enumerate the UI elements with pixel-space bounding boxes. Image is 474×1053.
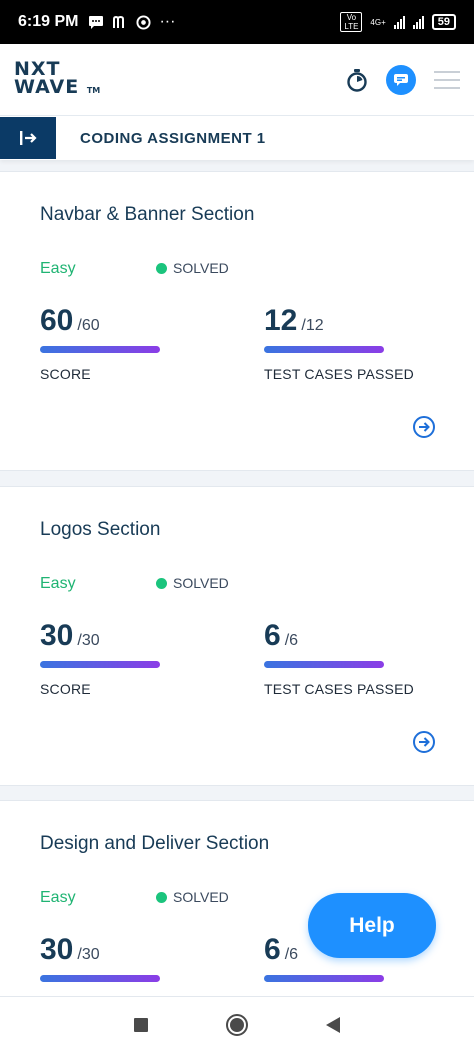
battery-icon: 59: [431, 14, 456, 30]
help-button[interactable]: Help: [308, 893, 436, 958]
chrome-icon: [136, 14, 151, 30]
question-card[interactable]: Navbar & Banner Section Easy SOLVED 60/6…: [0, 171, 474, 471]
difficulty-label: Easy: [40, 260, 76, 277]
volte-icon: Vo LTE: [340, 12, 363, 32]
assignment-title: CODING ASSIGNMENT 1: [80, 129, 266, 147]
score-stat: 60/60 SCORE: [40, 304, 160, 382]
open-arrow-icon[interactable]: [412, 415, 436, 439]
score-progress-bar: [40, 975, 160, 982]
timer-icon[interactable]: [346, 68, 368, 92]
tests-label: TEST CASES PASSED: [264, 681, 414, 697]
app-header: NXT WAVE TM: [0, 44, 474, 116]
score-label: SCORE: [40, 681, 91, 697]
card-title: Navbar & Banner Section: [40, 204, 255, 225]
solved-dot-icon: [156, 577, 167, 589]
status-text: SOLVED: [173, 260, 229, 276]
tests-value: 6: [264, 619, 281, 652]
recents-square-icon[interactable]: [133, 1017, 149, 1033]
score-value: 30: [40, 933, 74, 966]
tests-total: /6: [284, 632, 299, 649]
score-label: SCORE: [40, 366, 91, 382]
signal-icon-2: [412, 15, 424, 29]
difficulty-label: Easy: [40, 889, 76, 906]
tests-progress-bar: [264, 661, 384, 668]
score-total: /30: [77, 632, 100, 649]
score-progress-bar: [40, 661, 160, 668]
card-title: Design and Deliver Section: [40, 833, 270, 854]
question-card[interactable]: Logos Section Easy SOLVED 30/30 SCORE 6/…: [0, 486, 474, 786]
score-progress-bar: [40, 346, 160, 353]
sidebar-toggle-icon: [20, 131, 37, 145]
network-label: 4G+: [370, 17, 386, 27]
score-value: 30: [40, 619, 74, 652]
solved-dot-icon: [156, 891, 167, 903]
tests-progress-bar: [264, 975, 384, 982]
status-text: SOLVED: [173, 889, 229, 905]
tests-value: 6: [264, 933, 281, 966]
tests-progress-bar: [264, 346, 384, 353]
logo-line-2: WAVE: [14, 75, 80, 98]
open-arrow-icon[interactable]: [412, 730, 436, 754]
tests-stat: 6/6 TEST CASES PASSED: [264, 619, 414, 697]
status-badge: SOLVED: [156, 260, 229, 276]
tests-total: /6: [284, 946, 299, 963]
status-time: 6:19 PM: [18, 13, 79, 30]
sidebar-toggle-button[interactable]: [0, 117, 56, 159]
tests-label: TEST CASES PASSED: [264, 366, 414, 382]
status-bar: 6:19 PM ··· Vo LTE 4G+ 59: [0, 0, 474, 44]
score-stat: 30/30 SCORE: [40, 619, 160, 697]
more-icon: ···: [159, 13, 176, 30]
menu-icon[interactable]: [434, 70, 460, 89]
difficulty-label: Easy: [40, 575, 76, 592]
signal-icon: [393, 15, 405, 29]
tests-stat: 12/12 TEST CASES PASSED: [264, 304, 414, 382]
tests-value: 12: [264, 304, 298, 337]
status-badge: SOLVED: [156, 575, 229, 591]
system-nav-bar: [0, 996, 474, 1053]
tests-total: /12: [301, 317, 324, 334]
chat-icon: [394, 73, 408, 86]
logo-tm: TM: [86, 85, 101, 95]
score-value: 60: [40, 304, 74, 337]
home-circle-icon[interactable]: [225, 1013, 249, 1037]
card-title: Logos Section: [40, 519, 161, 540]
score-total: /60: [77, 317, 100, 334]
back-triangle-icon[interactable]: [325, 1016, 341, 1034]
m-app-icon: [113, 15, 125, 28]
chat-button[interactable]: [386, 64, 416, 95]
solved-dot-icon: [156, 262, 167, 274]
message-icon: [89, 16, 104, 29]
status-badge: SOLVED: [156, 889, 229, 905]
nxtwave-logo[interactable]: NXT WAVE TM: [14, 59, 101, 100]
score-total: /30: [77, 946, 100, 963]
score-stat: 30/30: [40, 933, 160, 982]
status-text: SOLVED: [173, 575, 229, 591]
sub-header: CODING ASSIGNMENT 1: [0, 116, 474, 160]
